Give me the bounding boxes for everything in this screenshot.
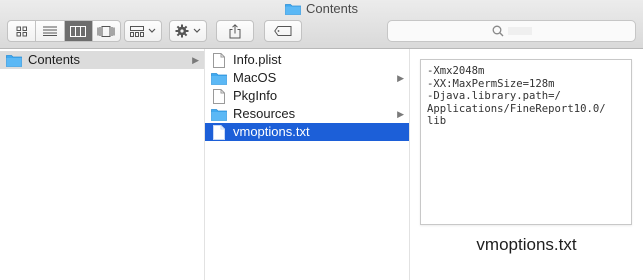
search-icon bbox=[492, 25, 503, 37]
list-item-label: Info.plist bbox=[233, 52, 282, 67]
document-icon bbox=[211, 52, 227, 68]
folder-icon bbox=[211, 106, 227, 122]
folder-icon bbox=[285, 2, 301, 19]
list-item-label: Resources bbox=[233, 106, 296, 121]
cover-flow-icon bbox=[97, 25, 115, 37]
share-icon bbox=[229, 23, 241, 38]
tag-button[interactable] bbox=[264, 20, 302, 42]
file-preview: -Xmx2048m -XX:MaxPermSize=128m -Djava.li… bbox=[420, 59, 632, 225]
list-item-contents[interactable]: Contents ▶ bbox=[0, 51, 204, 69]
list-item-label: MacOS bbox=[233, 70, 277, 85]
column-1: Contents ▶ bbox=[0, 49, 205, 280]
disclosure-arrow-icon: ▶ bbox=[397, 73, 404, 83]
arrange-grid-icon bbox=[130, 25, 144, 37]
column-view-icon bbox=[70, 25, 87, 37]
chevron-down-icon bbox=[148, 28, 156, 33]
disclosure-arrow-icon: ▶ bbox=[192, 55, 199, 65]
tag-icon bbox=[274, 26, 292, 36]
view-mode-control bbox=[7, 20, 121, 42]
column-2: Info.plist MacOS ▶ PkgInfo Resources ▶ v… bbox=[205, 49, 410, 280]
list-item-label: Contents bbox=[28, 52, 81, 67]
chevron-down-icon bbox=[193, 28, 201, 33]
window-title-text: Contents bbox=[305, 1, 359, 16]
share-button[interactable] bbox=[216, 20, 254, 42]
finder-window: Contents Contents ▶ Info.plist MacOS ▶ P… bbox=[0, 0, 643, 280]
folder-icon bbox=[211, 70, 227, 86]
icon-view-icon bbox=[16, 26, 27, 36]
preview-filename: vmoptions.txt bbox=[476, 235, 577, 254]
action-button[interactable] bbox=[169, 20, 207, 42]
list-item-resources[interactable]: Resources ▶ bbox=[205, 105, 409, 123]
arrange-button[interactable] bbox=[124, 20, 162, 42]
folder-icon bbox=[6, 52, 22, 68]
gear-icon bbox=[175, 24, 189, 38]
window-title: Contents bbox=[0, 1, 643, 17]
list-item-label: vmoptions.txt bbox=[233, 124, 310, 139]
preview-content: -Xmx2048m -XX:MaxPermSize=128m -Djava.li… bbox=[427, 65, 606, 127]
list-view-button[interactable] bbox=[36, 21, 65, 41]
list-item-vmoptions[interactable]: vmoptions.txt bbox=[205, 123, 409, 141]
list-item-macos[interactable]: MacOS ▶ bbox=[205, 69, 409, 87]
list-item-info-plist[interactable]: Info.plist bbox=[205, 51, 409, 69]
disclosure-arrow-icon: ▶ bbox=[397, 109, 404, 119]
search-placeholder-blur bbox=[507, 27, 532, 35]
list-item-label: PkgInfo bbox=[233, 88, 278, 103]
toolbar: Contents bbox=[0, 0, 643, 49]
document-icon bbox=[211, 124, 227, 140]
document-icon bbox=[211, 88, 227, 104]
preview-column: -Xmx2048m -XX:MaxPermSize=128m -Djava.li… bbox=[410, 49, 643, 280]
column-view-button[interactable] bbox=[64, 21, 93, 41]
search-field[interactable] bbox=[387, 20, 636, 42]
list-view-icon bbox=[42, 26, 57, 36]
list-item-pkginfo[interactable]: PkgInfo bbox=[205, 87, 409, 105]
cover-flow-button[interactable] bbox=[93, 21, 120, 41]
icon-view-button[interactable] bbox=[8, 21, 37, 41]
